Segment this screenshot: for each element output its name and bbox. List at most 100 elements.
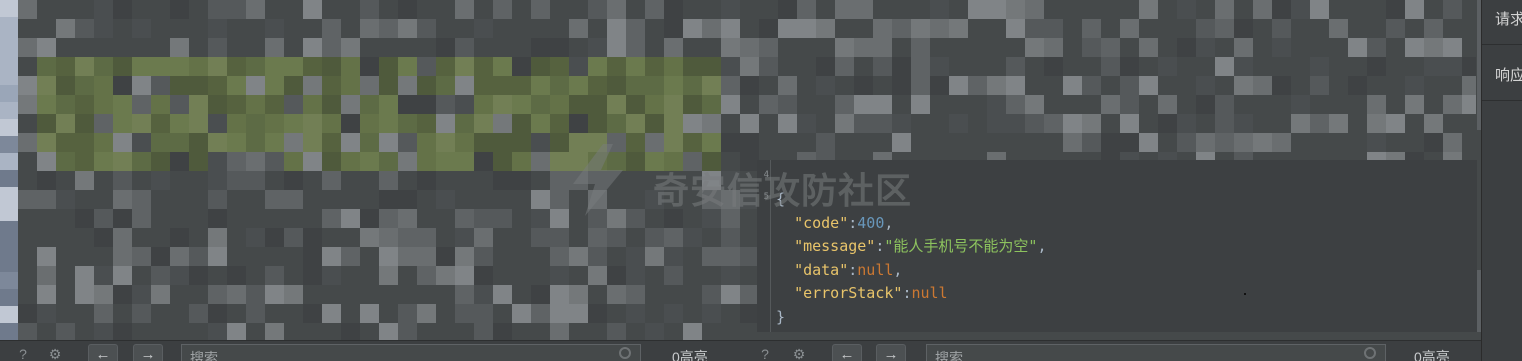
redaction-pixel — [208, 57, 227, 76]
redaction-pixel — [113, 114, 132, 133]
redaction-pixel — [911, 19, 930, 38]
redaction-pixel — [151, 76, 170, 95]
gutter-pixel — [0, 136, 18, 153]
search-input[interactable]: 搜索 — [926, 344, 1386, 361]
redaction-pixel — [341, 95, 360, 114]
redaction-pixel — [455, 285, 474, 304]
tab-request[interactable]: 请求 — [1482, 0, 1522, 44]
redaction-pixel — [246, 95, 265, 114]
redaction-pixel — [626, 152, 645, 171]
redaction-pixel — [417, 171, 436, 190]
redaction-pixel — [721, 19, 740, 38]
redaction-pixel — [322, 114, 341, 133]
redaction-pixel — [37, 152, 56, 171]
next-match-button[interactable]: → — [133, 344, 163, 361]
redaction-pixel — [75, 95, 94, 114]
redaction-pixel — [550, 114, 569, 133]
redaction-pixel — [417, 76, 436, 95]
redaction-pixel — [1082, 133, 1101, 152]
redaction-pixel — [436, 57, 455, 76]
redaction-pixel — [493, 133, 512, 152]
redaction-pixel — [322, 152, 341, 171]
redaction-pixel — [531, 114, 550, 133]
bottom-toolbar: ? ⚙ ← → 搜索 0高亮 ? ⚙ ← → 搜索 0高亮 — [0, 340, 1481, 361]
redaction-pixel — [721, 190, 740, 209]
redaction-pixel — [189, 133, 208, 152]
redaction-pixel — [455, 266, 474, 285]
redaction-pixel — [493, 285, 512, 304]
redaction-pixel — [607, 133, 626, 152]
redaction-pixel — [816, 57, 835, 76]
redaction-pixel — [1386, 114, 1405, 133]
redaction-pixel — [778, 76, 797, 95]
redaction-pixel — [322, 304, 341, 323]
redaction-pixel — [474, 304, 493, 323]
redaction-pixel — [1196, 76, 1215, 95]
redaction-pixel — [1006, 57, 1025, 76]
redaction-pixel — [873, 114, 892, 133]
prev-match-button[interactable]: ← — [88, 344, 118, 361]
stray-pixel — [1244, 293, 1246, 295]
redaction-pixel — [322, 171, 341, 190]
gear-icon[interactable]: ⚙ — [46, 345, 64, 361]
redaction-pixel — [626, 133, 645, 152]
redaction-pixel — [246, 285, 265, 304]
redaction-pixel — [683, 76, 702, 95]
redaction-pixel — [360, 76, 379, 95]
redaction-pixel — [854, 38, 873, 57]
redaction-pixel — [1120, 19, 1139, 38]
redaction-pixel — [550, 285, 569, 304]
tab-response[interactable]: 响应 — [1482, 56, 1522, 100]
redaction-pixel — [18, 95, 37, 114]
redaction-pixel — [607, 57, 626, 76]
redaction-pixel — [835, 114, 854, 133]
line-number-gutter: 4 5 — [757, 160, 771, 332]
help-icon[interactable]: ? — [14, 345, 32, 361]
redaction-pixel — [778, 19, 797, 38]
prev-match-button[interactable]: ← — [832, 344, 862, 361]
redaction-pixel — [702, 76, 721, 95]
redaction-pixel — [892, 19, 911, 38]
help-icon[interactable]: ? — [756, 345, 774, 361]
redaction-pixel — [1462, 95, 1476, 114]
redaction-pixel — [1082, 114, 1101, 133]
redaction-pixel — [569, 95, 588, 114]
redaction-pixel — [436, 114, 455, 133]
redaction-pixel — [208, 190, 227, 209]
json-value-data: null — [857, 260, 894, 279]
redaction-pixel — [702, 133, 721, 152]
redaction-pixel — [341, 152, 360, 171]
redaction-pixel — [607, 152, 626, 171]
redaction-pixel — [664, 38, 683, 57]
redaction-pixel — [132, 247, 151, 266]
redaction-pixel — [607, 19, 626, 38]
redaction-pixel — [1329, 19, 1348, 38]
redaction-pixel — [892, 76, 911, 95]
redaction-pixel — [512, 95, 531, 114]
redaction-pixel — [265, 95, 284, 114]
next-match-button[interactable]: → — [876, 344, 906, 361]
redaction-pixel — [1177, 38, 1196, 57]
redaction-pixel — [1063, 133, 1082, 152]
gear-icon[interactable]: ⚙ — [790, 345, 808, 361]
redaction-pixel — [1196, 95, 1215, 114]
redaction-pixel — [1044, 38, 1063, 57]
redaction-pixel — [588, 304, 607, 323]
redaction-pixel — [607, 323, 626, 340]
redaction-pixel — [303, 114, 322, 133]
redaction-pixel — [645, 152, 664, 171]
redaction-pixel — [113, 285, 132, 304]
redaction-pixel — [56, 114, 75, 133]
response-editor[interactable]: 4 5 { "code":400, "message":"能人手机号不能为空",… — [757, 160, 1477, 332]
redaction-pixel — [474, 114, 493, 133]
redaction-pixel — [113, 190, 132, 209]
redaction-pixel — [588, 76, 607, 95]
redaction-pixel — [550, 95, 569, 114]
redaction-pixel — [531, 285, 550, 304]
redaction-pixel — [550, 190, 569, 209]
search-input[interactable]: 搜索 — [181, 344, 641, 361]
redaction-pixel — [911, 57, 930, 76]
redaction-pixel — [569, 171, 588, 190]
redaction-pixel — [246, 152, 265, 171]
redaction-pixel — [1234, 114, 1253, 133]
